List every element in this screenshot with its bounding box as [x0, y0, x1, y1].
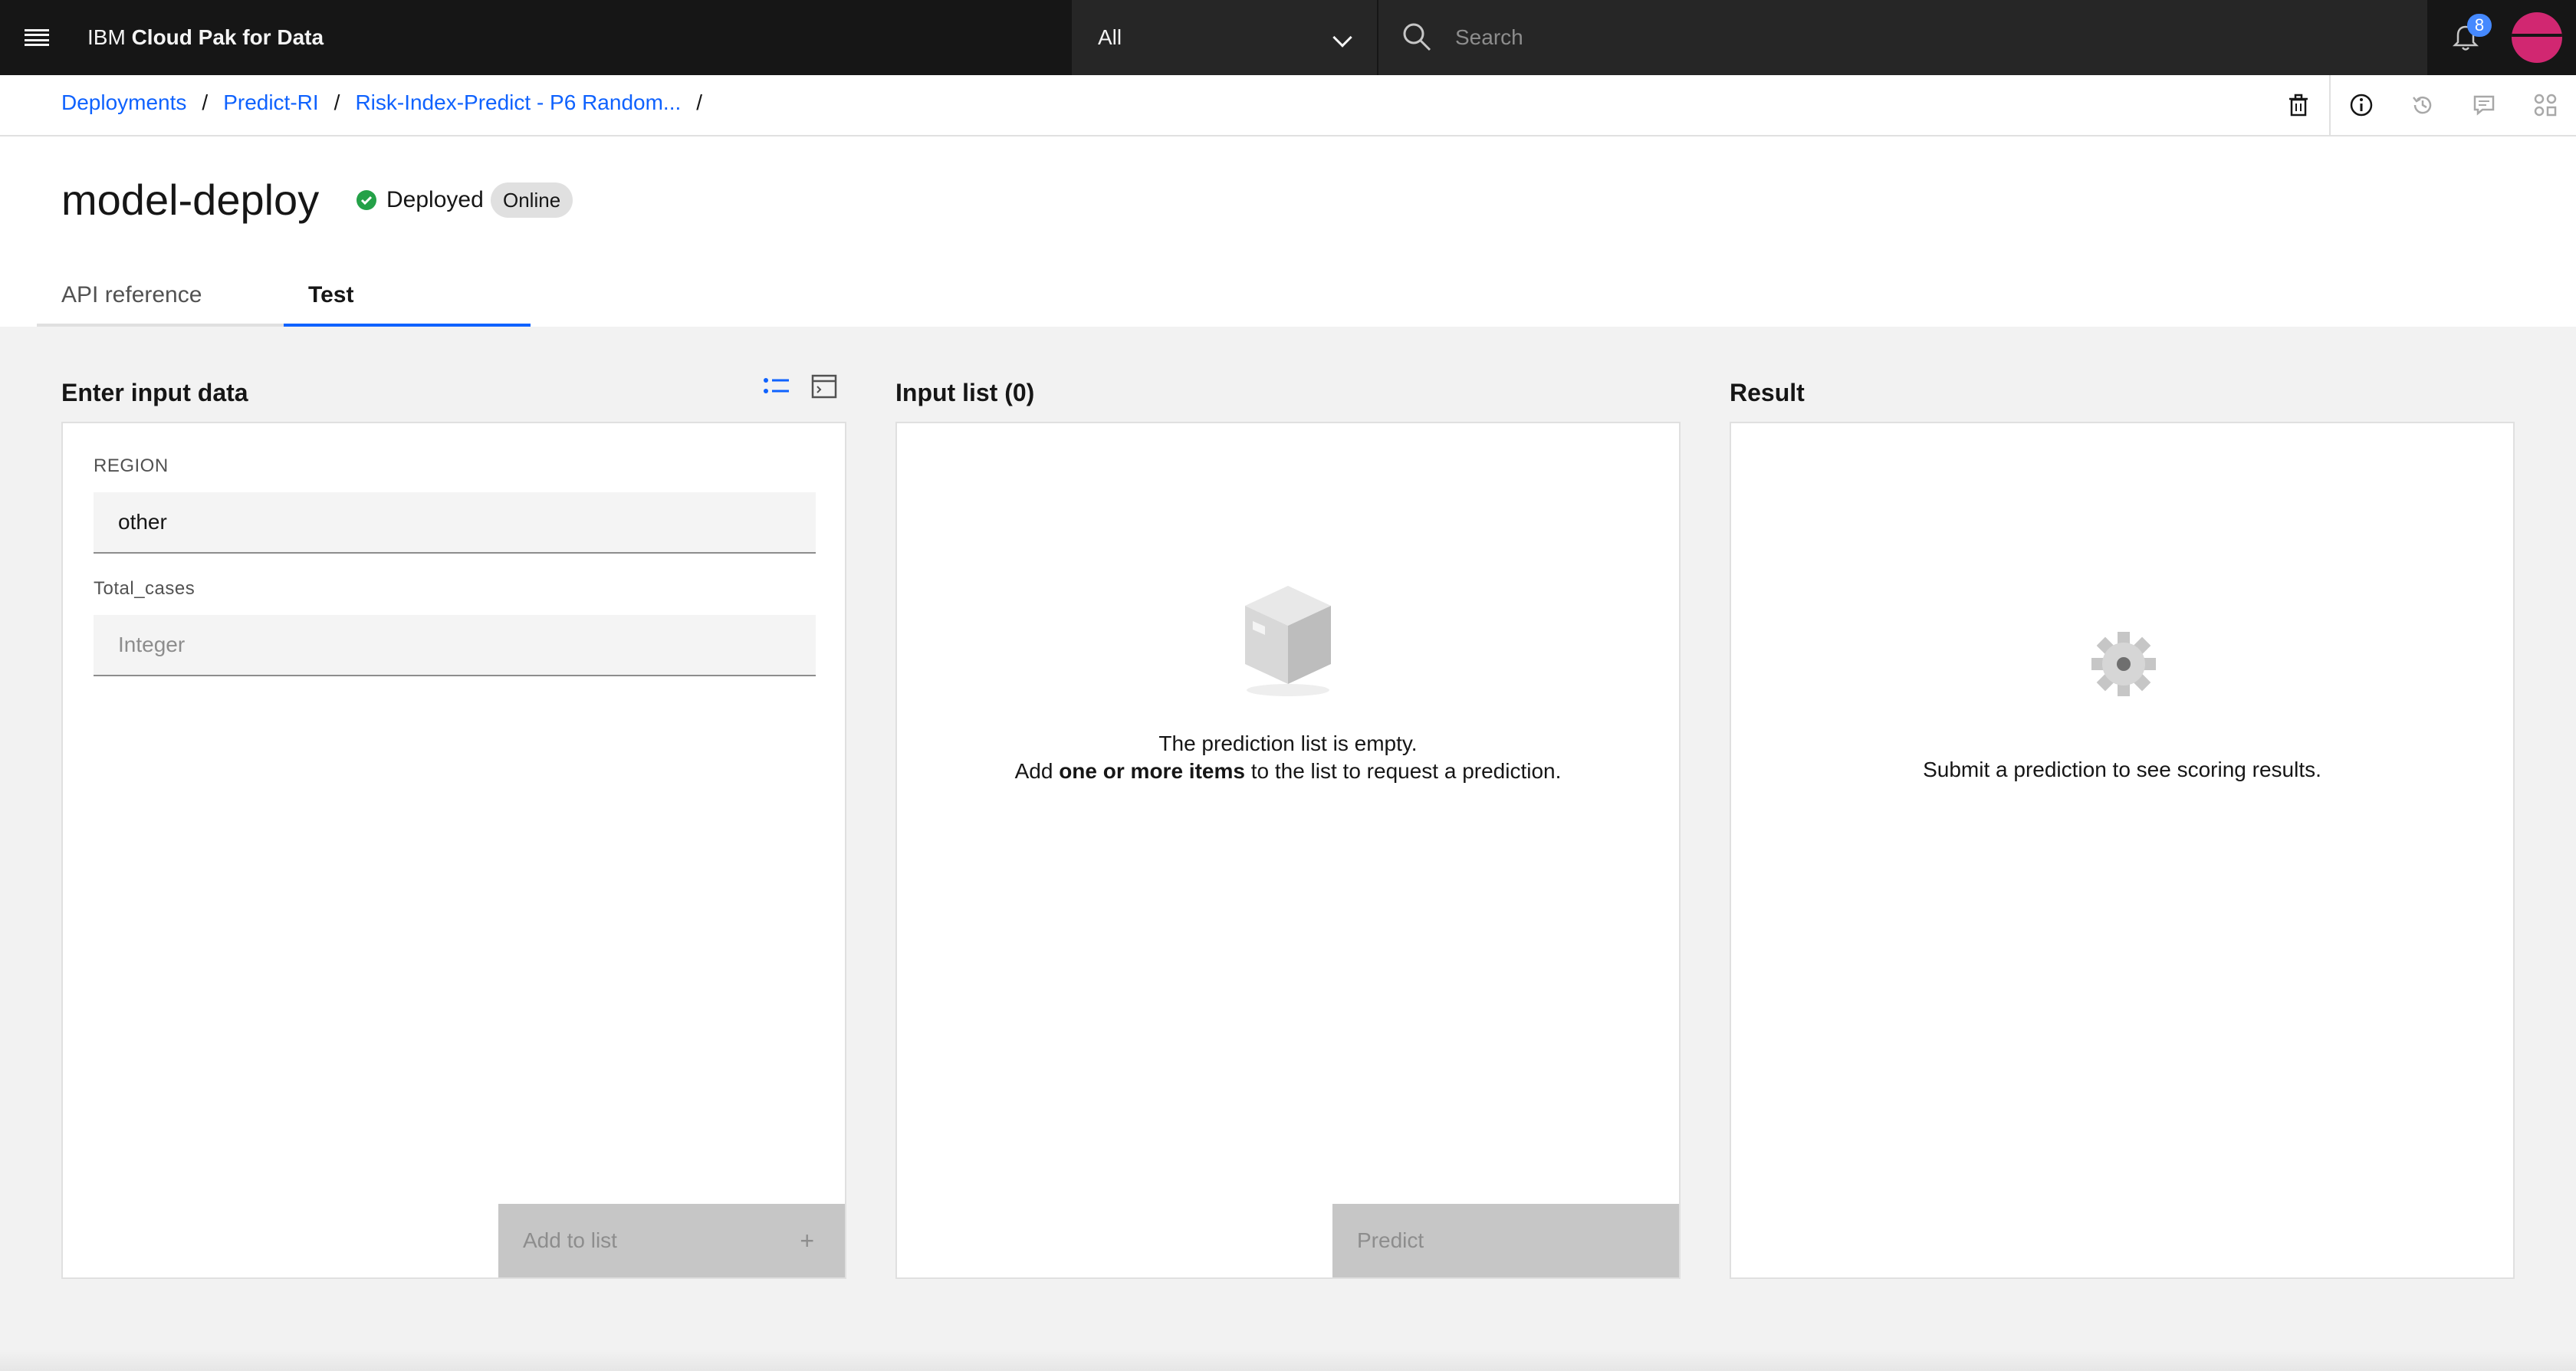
empty-list-line1: The prediction list is empty. — [1158, 732, 1418, 755]
input-panel-title: Enter input data — [61, 379, 248, 406]
trash-icon — [2289, 94, 2308, 117]
list-bulleted-icon — [764, 378, 789, 393]
checkmark-filled-icon — [356, 190, 376, 210]
result-panel: Submit a prediction to see scoring resul… — [1730, 422, 2515, 1279]
terminal-icon — [811, 374, 837, 399]
info-button[interactable] — [2331, 75, 2392, 135]
hamburger-menu-icon[interactable] — [0, 0, 74, 75]
search-scope-value: All — [1098, 25, 1122, 49]
related-assets-button[interactable] — [2515, 75, 2576, 135]
page-title: model-deploy — [61, 176, 320, 224]
breadcrumb-separator: / — [696, 90, 703, 114]
page-toolbar — [2268, 75, 2576, 135]
breadcrumb-bar: Deployments / Predict-RI / Risk-Index-Pr… — [0, 75, 2576, 136]
notifications-button[interactable]: 8 — [2432, 0, 2499, 75]
product-name[interactable]: IBM Cloud Pak for Data — [87, 25, 324, 50]
region-label: REGION — [94, 455, 169, 476]
delete-button[interactable] — [2268, 75, 2329, 135]
region-input[interactable] — [94, 492, 816, 554]
predict-label: Predict — [1357, 1228, 1424, 1252]
result-title: Result — [1730, 379, 1805, 406]
predict-button[interactable]: Predict — [1332, 1204, 1679, 1277]
total-cases-label: Total_cases — [94, 578, 196, 599]
comments-button[interactable] — [2453, 75, 2515, 135]
add-icon: + — [800, 1227, 814, 1254]
status-text: Deployed — [386, 187, 484, 212]
breadcrumb-predict-ri[interactable]: Predict-RI — [223, 90, 318, 115]
form-view-toggle[interactable] — [759, 371, 794, 402]
empty-box-icon — [1245, 586, 1331, 696]
deployment-status: Deployed — [356, 187, 484, 213]
notification-count-badge: 8 — [2467, 14, 2492, 37]
network-icon — [2534, 94, 2557, 117]
search-input[interactable] — [1455, 20, 2375, 55]
tab-list: API reference Test — [37, 267, 531, 327]
search-bar — [1378, 0, 2427, 75]
add-to-list-label: Add to list — [523, 1228, 617, 1252]
empty-list-line2: Add one or more items to the list to req… — [1014, 759, 1562, 783]
json-view-toggle[interactable] — [807, 371, 842, 402]
deployment-type-tag: Online — [491, 182, 573, 218]
user-avatar[interactable] — [2512, 12, 2562, 63]
breadcrumb-separator: / — [202, 90, 209, 114]
input-list-title: Input list (0) — [895, 379, 1035, 406]
page-header: model-deploy Deployed Online API referen… — [0, 136, 2576, 327]
tab-api-reference[interactable]: API reference — [37, 267, 284, 327]
tab-test[interactable]: Test — [284, 267, 531, 327]
page-footer-shadow — [0, 1350, 2576, 1371]
history-button[interactable] — [2392, 75, 2453, 135]
input-data-panel: REGION Total_cases Add to list + — [61, 422, 846, 1279]
gear-icon — [2091, 632, 2156, 696]
chat-icon — [2473, 95, 2495, 116]
add-to-list-button[interactable]: Add to list + — [498, 1204, 845, 1277]
input-list-panel: The prediction list is empty. Add one or… — [895, 422, 1681, 1279]
info-icon — [2350, 94, 2373, 117]
search-icon — [1403, 23, 1431, 51]
empty-list-message: The prediction list is empty. Add one or… — [897, 730, 1679, 785]
result-empty-message: Submit a prediction to see scoring resul… — [1923, 758, 2321, 781]
breadcrumb-risk-index-predict[interactable]: Risk-Index-Predict - P6 Random... — [355, 90, 681, 115]
breadcrumb-separator: / — [334, 90, 340, 114]
total-cases-input[interactable] — [94, 615, 816, 676]
breadcrumb: Deployments / Predict-RI / Risk-Index-Pr… — [61, 90, 718, 115]
search-scope-dropdown[interactable]: All — [1072, 0, 1377, 75]
history-icon — [2413, 96, 2432, 114]
breadcrumb-deployments[interactable]: Deployments — [61, 90, 186, 115]
chevron-down-icon — [1332, 28, 1352, 48]
